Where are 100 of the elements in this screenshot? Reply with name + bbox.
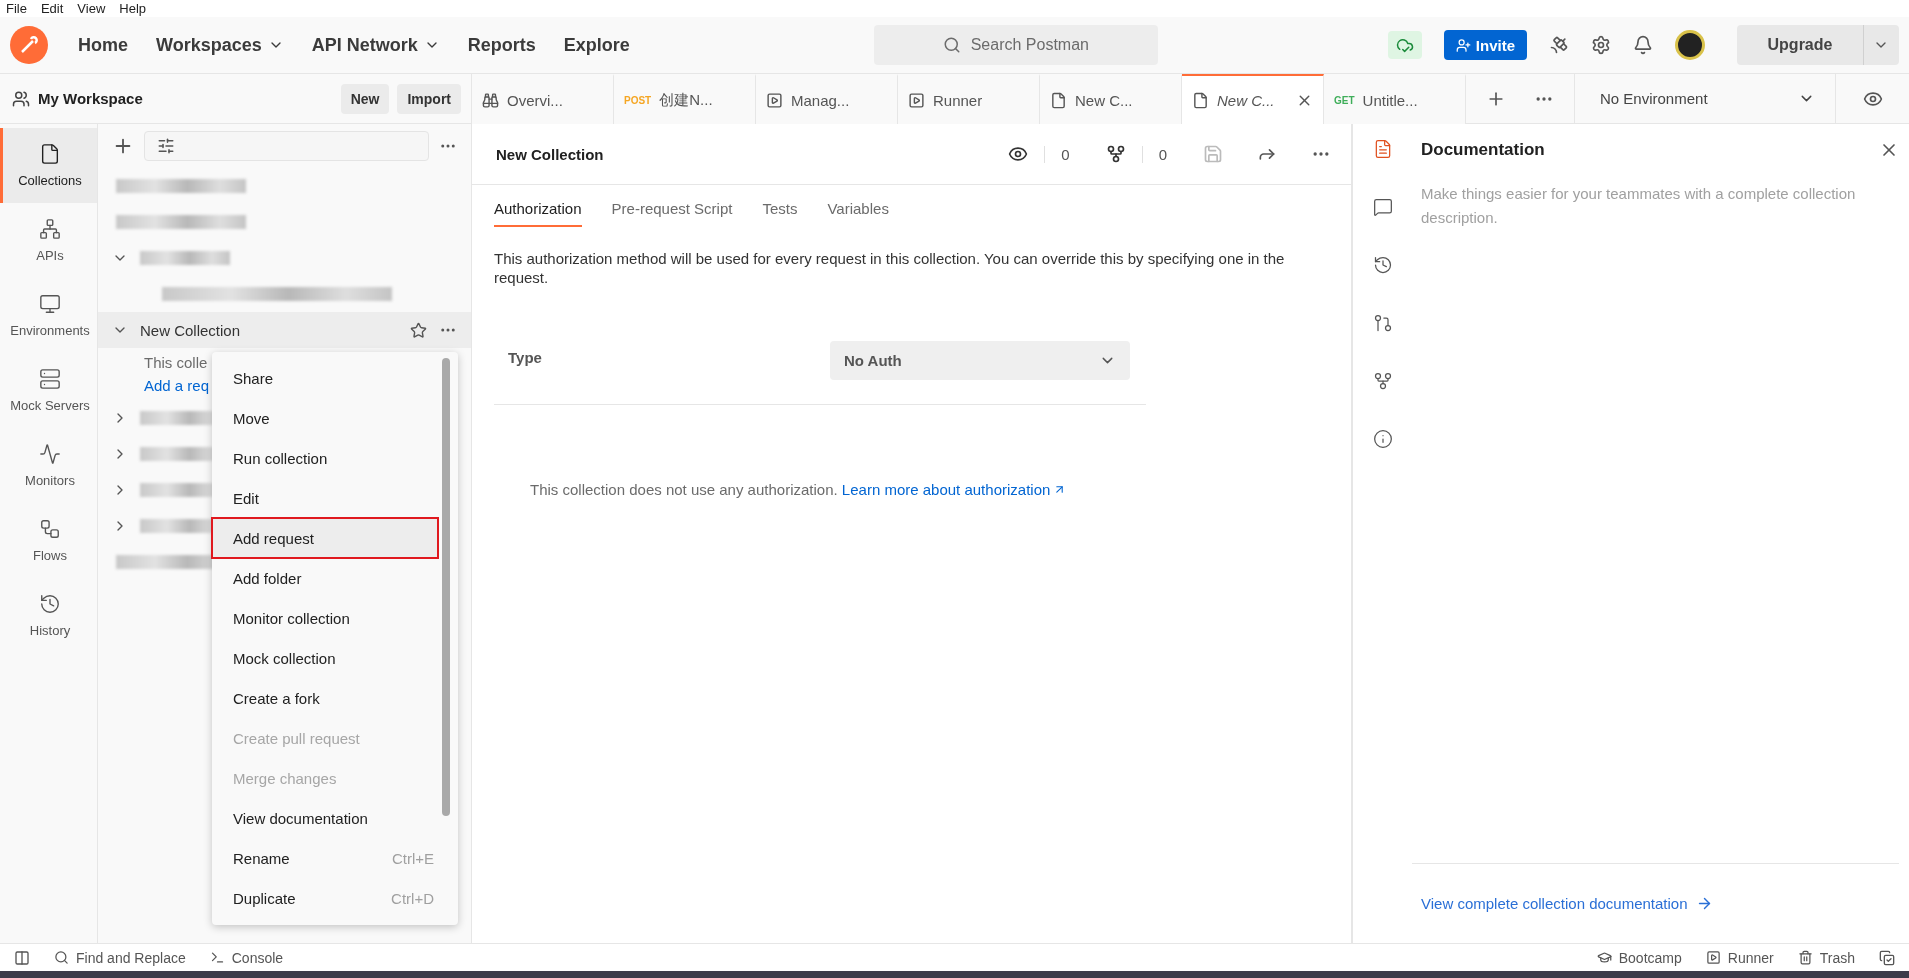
learn-more-link[interactable]: Learn more about authorization bbox=[841, 481, 1067, 498]
menu-item[interactable]: View bbox=[77, 1, 106, 16]
add-user-icon bbox=[1455, 37, 1471, 53]
nav-link[interactable]: API Network bbox=[297, 34, 454, 56]
workspace-button[interactable]: New bbox=[340, 83, 390, 114]
search-icon bbox=[54, 950, 69, 965]
info-icon[interactable] bbox=[1372, 429, 1393, 449]
search-field[interactable]: Search Postman bbox=[873, 25, 1158, 65]
menu-item[interactable]: Move bbox=[212, 398, 438, 438]
sidebar-nav-item[interactable]: Mock Servers bbox=[0, 353, 97, 428]
sidebar-nav-item[interactable]: Flows bbox=[0, 503, 97, 578]
scrollbar[interactable] bbox=[442, 358, 450, 816]
menu-item[interactable]: Rename Ctrl+E bbox=[212, 838, 438, 878]
menu-item[interactable]: Add folder bbox=[212, 558, 438, 598]
sidebar-toggle-icon[interactable] bbox=[14, 949, 30, 966]
fork-icon[interactable] bbox=[1372, 371, 1393, 391]
sub-tab[interactable]: Authorization bbox=[494, 200, 582, 227]
nav-link[interactable]: Reports bbox=[453, 34, 550, 56]
menu-item[interactable]: Monitor collection bbox=[212, 598, 438, 638]
menu-item[interactable]: File bbox=[6, 1, 27, 16]
filter-field[interactable] bbox=[144, 131, 429, 161]
menu-item[interactable]: Help bbox=[119, 1, 147, 16]
request-tab[interactable]: POST 创建N... bbox=[614, 74, 756, 124]
logo-icon[interactable] bbox=[10, 26, 48, 64]
menu-item[interactable]: Run collection bbox=[212, 438, 438, 478]
collection-title: New Collection bbox=[496, 145, 604, 163]
panel-title: Documentation bbox=[1421, 140, 1545, 160]
tab-label: 创建N... bbox=[659, 90, 714, 110]
menu-item[interactable]: Edit bbox=[40, 1, 64, 16]
cloud-check-icon[interactable] bbox=[1387, 31, 1422, 59]
graduation-cap-icon bbox=[1596, 950, 1612, 965]
sidebar-nav-item[interactable]: History bbox=[0, 578, 97, 653]
sidebar-nav-item[interactable]: Collections bbox=[0, 128, 97, 203]
sub-tab[interactable]: Tests bbox=[762, 200, 798, 227]
menu-item[interactable]: Share bbox=[212, 358, 438, 398]
server-icon bbox=[39, 368, 61, 390]
tab-label: Overvi... bbox=[507, 91, 564, 109]
panel-description: Make things easier for your teammates with a complete collection description. bbox=[1421, 184, 1857, 228]
request-tab[interactable]: New C... bbox=[1040, 74, 1182, 124]
document-icon bbox=[1050, 91, 1067, 109]
sub-tab[interactable]: Pre-request Script bbox=[611, 200, 733, 227]
sidebar-nav-item[interactable]: APIs bbox=[0, 203, 97, 278]
request-tab[interactable]: Runner bbox=[898, 74, 1040, 124]
play-icon bbox=[766, 91, 783, 109]
avatar-icon[interactable] bbox=[1675, 30, 1705, 60]
request-tab[interactable]: GET Untitle... bbox=[1324, 74, 1466, 124]
fork-icon[interactable] bbox=[1105, 144, 1126, 164]
tab-label: Runner bbox=[933, 91, 984, 109]
status-button[interactable]: Console bbox=[209, 949, 284, 966]
pulse-icon bbox=[39, 443, 61, 465]
play-icon bbox=[1705, 950, 1721, 965]
request-tab[interactable]: Manag... bbox=[756, 74, 898, 124]
tab-label: Untitle... bbox=[1362, 91, 1419, 109]
nav-link[interactable]: Workspaces bbox=[142, 34, 298, 56]
status-button[interactable]: Trash bbox=[1797, 949, 1855, 966]
menu-item[interactable]: Edit bbox=[212, 478, 438, 518]
workspace-button[interactable]: Import bbox=[397, 83, 461, 114]
watch-icon[interactable] bbox=[1008, 144, 1029, 164]
status-button[interactable]: Find and Replace bbox=[54, 949, 186, 966]
nav-link[interactable]: Home bbox=[64, 34, 142, 56]
tab-label: Manag... bbox=[791, 91, 851, 109]
comment-icon[interactable] bbox=[1372, 197, 1393, 217]
fork-count: 0 bbox=[1141, 145, 1167, 163]
tab-label: New C... bbox=[1075, 91, 1134, 109]
auth-type-select[interactable]: No Auth bbox=[830, 341, 1130, 380]
status-button[interactable]: Runner bbox=[1705, 949, 1774, 966]
trash-icon bbox=[1797, 950, 1813, 965]
upgrade-button[interactable]: Upgrade bbox=[1737, 25, 1863, 65]
sub-tab[interactable]: Variables bbox=[827, 200, 889, 227]
sidebar-nav-item[interactable]: Monitors bbox=[0, 428, 97, 503]
auth-note: This collection does not use any authorization. Learn more about authorization bbox=[530, 481, 1351, 498]
menu-item[interactable]: Duplicate Ctrl+D bbox=[212, 878, 438, 918]
settings-icon[interactable] bbox=[1591, 35, 1611, 55]
pull-request-icon[interactable] bbox=[1372, 313, 1393, 333]
play-icon bbox=[908, 91, 925, 109]
star-icon[interactable] bbox=[410, 321, 427, 339]
invite-button[interactable]: Invite bbox=[1443, 30, 1527, 60]
history-icon[interactable] bbox=[1372, 255, 1393, 275]
menu-item[interactable]: View documentation bbox=[212, 798, 438, 838]
shortcut-text: Ctrl+D bbox=[391, 889, 434, 907]
request-tab[interactable]: Overvi... bbox=[472, 74, 614, 124]
menu-item[interactable]: Mock collection bbox=[212, 638, 438, 678]
nav-link[interactable]: Explore bbox=[549, 34, 644, 56]
sidebar-nav-item[interactable]: Environments bbox=[0, 278, 97, 353]
status-button[interactable]: Bootcamp bbox=[1596, 949, 1682, 966]
document-icon bbox=[1192, 91, 1209, 109]
monitor-icon bbox=[39, 293, 61, 315]
watch-count: 0 bbox=[1044, 145, 1070, 163]
search-icon bbox=[942, 36, 961, 54]
nodes-icon bbox=[39, 218, 61, 240]
environment-select[interactable]: No Environment bbox=[1575, 74, 1835, 123]
menu-item[interactable]: Create a fork bbox=[212, 678, 438, 718]
document-icon bbox=[39, 143, 61, 165]
shortcut-text: Ctrl+E bbox=[391, 849, 434, 867]
documentation-link[interactable]: View complete collection documentation bbox=[1421, 895, 1713, 912]
notifications-icon[interactable] bbox=[1633, 35, 1653, 55]
menu-item[interactable]: Add request bbox=[212, 518, 438, 558]
satellite-icon[interactable] bbox=[1549, 35, 1569, 55]
type-label: Type bbox=[508, 348, 543, 366]
request-tab[interactable]: New C... bbox=[1182, 74, 1324, 124]
